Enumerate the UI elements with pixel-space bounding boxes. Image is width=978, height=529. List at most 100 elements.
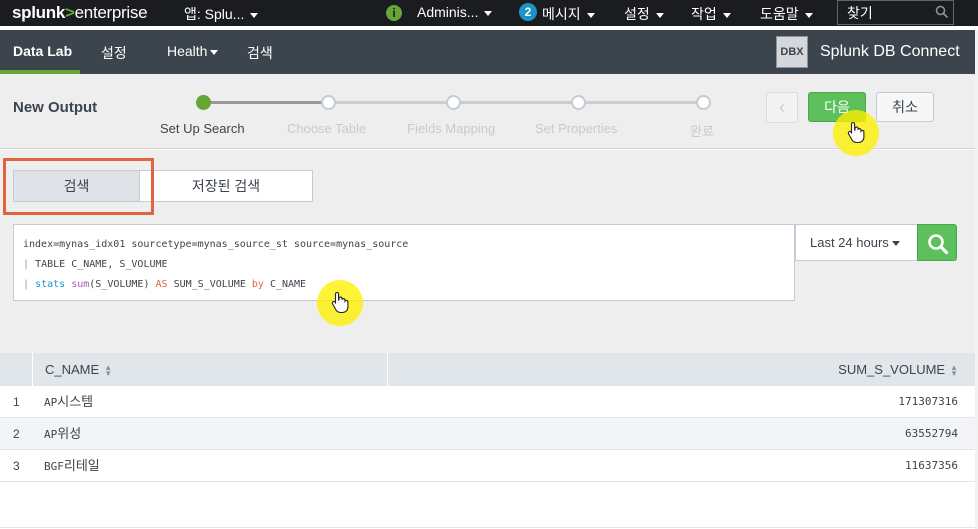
nav-health-label: Health [167, 43, 208, 59]
settings-menu-label: 설정 [624, 6, 650, 22]
search-icon[interactable] [935, 5, 949, 19]
table-row: 3 BGF리테일 11637356 [0, 450, 978, 482]
query-alias: SUM_S_VOLUME [173, 279, 246, 290]
cancel-button[interactable]: 취소 [876, 92, 934, 122]
query-pipe: | [23, 259, 30, 270]
cell-sum-s-volume: 171307316 [898, 395, 958, 408]
column-divider [387, 353, 388, 386]
column-divider [32, 353, 33, 386]
query-fields: C_NAME, S_VOLUME [71, 259, 168, 270]
splunk-logo[interactable]: splunk>enterprise [12, 3, 148, 23]
caret-down-icon [891, 241, 900, 247]
search-setup-panel: 검색 저장된 검색 index=mynas_idx01 sourcetype=m… [0, 150, 978, 353]
cell-sum-s-volume: 11637356 [905, 459, 958, 472]
column-header-label: C_NAME [45, 362, 100, 377]
query-command: stats [35, 279, 66, 290]
global-find-box [837, 0, 954, 25]
wizard-header: New Output Set Up Search Choose Table Fi… [0, 74, 978, 149]
search-query-editor[interactable]: index=mynas_idx01 sourcetype=mynas_sourc… [13, 224, 795, 301]
user-menu-label: Adminis... [417, 4, 479, 20]
step-label-fields-mapping: Fields Mapping [407, 121, 496, 136]
run-search-button[interactable] [917, 224, 957, 261]
query-command: TABLE [35, 259, 66, 270]
query-keyword: by [251, 279, 264, 290]
cell-name-prefix: AP [44, 428, 58, 441]
cell-c-name: AP위성 [44, 418, 81, 451]
query-line-2: | TABLE C_NAME, S_VOLUME [23, 255, 794, 275]
time-range-picker[interactable]: Last 24 hours [795, 224, 918, 261]
step-dot-set-properties [571, 95, 586, 110]
sort-icon: ▲ ▼ [950, 362, 958, 378]
caret-down-icon [655, 12, 664, 18]
hand-pointer-icon [331, 291, 349, 313]
table-header-row: C_NAME ▲ ▼ SUM_S_VOLUME ▲ ▼ [0, 353, 978, 386]
step-dot-fields-mapping [446, 95, 461, 110]
info-icon[interactable]: i [386, 5, 402, 21]
previous-button[interactable]: ‹ [766, 92, 798, 123]
query-function: sum [71, 279, 90, 290]
logo-arrow-text: > [65, 3, 75, 22]
sort-icon: ▲ ▼ [104, 362, 113, 378]
app-title: Splunk DB Connect [820, 43, 960, 60]
annotation-highlight-box [3, 158, 154, 215]
caret-down-icon [804, 12, 813, 18]
query-line-3: | stats sum(S_VOLUME) AS SUM_S_VOLUME by… [23, 275, 794, 295]
step-label-complete: 완료 [690, 124, 714, 139]
row-index: 1 [13, 395, 20, 409]
app-nav-bar: Data Lab 설정 Health 검색 DBX Splunk DB Conn… [0, 30, 978, 74]
caret-down-icon [210, 49, 219, 55]
cell-sum-s-volume: 63552794 [905, 427, 958, 440]
help-menu[interactable]: 도움말 [760, 4, 813, 24]
nav-data-lab[interactable]: Data Lab [13, 43, 72, 59]
step-dot-set-up-search [196, 95, 211, 110]
cell-name-prefix: BGF [44, 460, 64, 473]
settings-menu[interactable]: 설정 [624, 4, 664, 24]
caret-down-icon [586, 12, 595, 18]
query-argument: (S_VOLUME) [89, 279, 150, 290]
step-label-choose-table: Choose Table [287, 121, 367, 136]
cursor-highlight [317, 280, 363, 326]
step-label-set-properties: Set Properties [535, 121, 618, 136]
step-label-set-up-search: Set Up Search [160, 121, 245, 136]
activity-menu[interactable]: 작업 [691, 4, 731, 24]
row-index: 2 [13, 427, 20, 441]
hand-pointer-icon [847, 121, 865, 143]
query-line-1: index=mynas_idx01 sourcetype=mynas_sourc… [23, 239, 409, 250]
cursor-highlight [833, 110, 879, 156]
messages-count-badge[interactable]: 2 [519, 3, 537, 21]
step-dot-choose-table [321, 95, 336, 110]
stepper-progress [203, 101, 328, 104]
table-row: 1 AP시스템 171307316 [0, 386, 978, 418]
query-group-field: C_NAME [269, 279, 307, 290]
cell-name-text: 시스템 [57, 394, 94, 409]
app-menu[interactable]: 앱: Splu... [184, 4, 259, 24]
logo-splunk-text: splunk [12, 3, 65, 22]
caret-down-icon [484, 10, 493, 16]
table-row: 2 AP위성 63552794 [0, 418, 978, 450]
logo-product-text: enterprise [74, 3, 148, 22]
nav-settings[interactable]: 설정 [101, 43, 127, 63]
help-menu-label: 도움말 [760, 6, 799, 22]
user-menu[interactable]: Adminis... [417, 4, 493, 20]
query-keyword: AS [155, 279, 168, 290]
dbx-app-icon: DBX [776, 36, 808, 68]
cell-name-prefix: AP [44, 396, 58, 409]
cell-c-name: BGF리테일 [44, 450, 100, 483]
caret-down-icon [250, 12, 259, 18]
messages-menu-label: 메시지 [542, 6, 581, 22]
column-header-sum-s-volume[interactable]: SUM_S_VOLUME ▲ ▼ [838, 353, 958, 386]
splunk-top-bar: splunk>enterprise 앱: Splu... i Adminis..… [0, 0, 978, 26]
nav-health[interactable]: Health [167, 43, 219, 59]
search-icon [928, 234, 949, 255]
messages-menu[interactable]: 메시지 [542, 4, 595, 24]
global-find-input[interactable] [838, 1, 933, 24]
divider [0, 527, 978, 528]
activity-menu-label: 작업 [691, 6, 717, 22]
column-header-c-name[interactable]: C_NAME ▲ ▼ [45, 353, 112, 386]
cell-c-name: AP시스템 [44, 386, 93, 419]
nav-search[interactable]: 검색 [247, 43, 273, 63]
cell-name-text: 위성 [57, 426, 82, 441]
app-menu-label: 앱: Splu... [184, 6, 245, 22]
caret-down-icon [722, 12, 731, 18]
tab-saved-search[interactable]: 저장된 검색 [139, 170, 313, 202]
